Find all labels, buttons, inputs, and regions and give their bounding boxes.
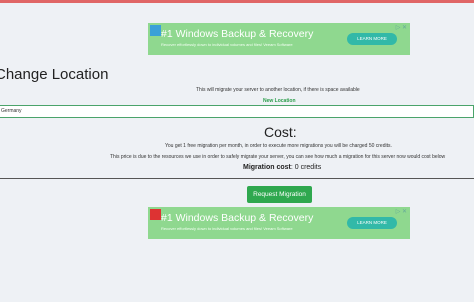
ad-banner-top[interactable]: #1 Windows Backup & Recovery Recover eff…	[148, 23, 410, 55]
cost-info-line1: You get 1 free migration per month, in o…	[165, 143, 392, 149]
ad-subtitle: Recover effortlessly down to individual …	[161, 226, 293, 231]
migration-cost-value: : 0 credits	[290, 164, 322, 171]
ad-logo-icon	[150, 209, 161, 220]
ad-learn-more-button[interactable]: LEARN MORE	[347, 217, 397, 229]
ad-logo-icon	[150, 25, 161, 36]
ad-subtitle: Recover effortlessly down to individual …	[161, 42, 293, 47]
ad-learn-more-button[interactable]: LEARN MORE	[347, 33, 397, 45]
cost-title: Cost:	[264, 124, 297, 140]
ad-title: #1 Windows Backup & Recovery	[161, 28, 314, 40]
request-migration-button[interactable]: Request Migration	[247, 186, 312, 203]
migration-cost-label: Migration cost	[243, 164, 291, 171]
top-accent-bar	[0, 0, 474, 3]
migration-cost: Migration cost: 0 credits	[243, 164, 321, 171]
ad-title: #1 Windows Backup & Recovery	[161, 212, 314, 224]
change-location-title: Change Location	[0, 66, 109, 83]
ad-choices-icon[interactable]: ▷ ✕	[396, 208, 407, 215]
ad-banner-bottom[interactable]: #1 Windows Backup & Recovery Recover eff…	[148, 207, 410, 239]
change-location-description: This will migrate your server to another…	[196, 87, 360, 93]
ad-choices-icon[interactable]: ▷ ✕	[396, 24, 407, 31]
section-divider	[0, 178, 474, 179]
new-location-label: New Location	[263, 98, 296, 104]
cost-info-line2: This price is due to the resources we us…	[110, 154, 446, 160]
location-select[interactable]: Germany	[0, 105, 474, 118]
